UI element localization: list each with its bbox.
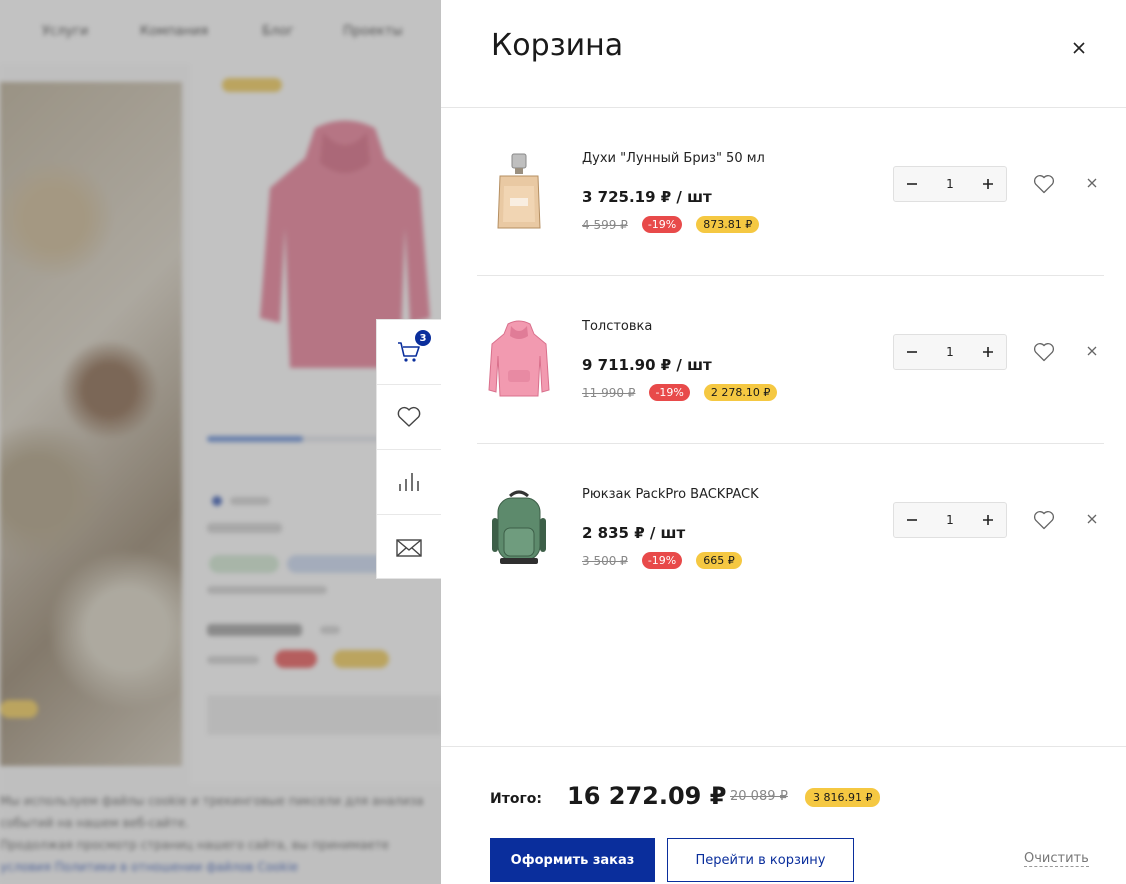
- cart-item: Толстовка 9 711.90 ₽ / шт 11 990 ₽ -19% …: [477, 276, 1104, 444]
- modal-overlay[interactable]: [0, 0, 441, 884]
- decrease-button[interactable]: [894, 167, 930, 201]
- product-image-backpack[interactable]: [483, 484, 555, 572]
- total-old-price: 20 089 ₽: [730, 789, 788, 804]
- toolbar-cart-button[interactable]: 3: [377, 320, 441, 385]
- quantity-stepper: 1: [893, 166, 1007, 202]
- increase-button[interactable]: [970, 335, 1006, 369]
- total-price: 16 272.09 ₽: [567, 782, 727, 810]
- pink-hoodie-image: [488, 320, 550, 397]
- product-image-perfume[interactable]: [483, 148, 555, 236]
- decrease-button[interactable]: [894, 503, 930, 537]
- discount-badge: -19%: [641, 552, 683, 569]
- product-name[interactable]: Рюкзак PackPro BACKPACK: [582, 487, 759, 502]
- discount-badge: -19%: [641, 216, 683, 233]
- cart-item: Рюкзак PackPro BACKPACK 2 835 ₽ / шт 3 5…: [477, 444, 1104, 612]
- mail-icon: [396, 538, 422, 557]
- minus-icon: [907, 351, 917, 353]
- go-to-cart-button[interactable]: Перейти в корзину: [667, 838, 854, 882]
- discount-badge: -19%: [649, 384, 690, 401]
- old-price: 3 500 ₽: [582, 553, 628, 568]
- cart-title: Корзина: [491, 28, 624, 63]
- minus-icon: [907, 519, 917, 521]
- product-price: 2 835 ₽ / шт: [582, 524, 686, 542]
- quantity-value[interactable]: 1: [930, 345, 970, 359]
- quantity-value[interactable]: 1: [930, 513, 970, 527]
- remove-item-button[interactable]: [1085, 176, 1099, 190]
- toolbar-feedback-button[interactable]: [377, 515, 441, 580]
- quantity-value[interactable]: 1: [930, 177, 970, 191]
- close-icon: [1073, 42, 1085, 54]
- add-to-favorites-icon[interactable]: [1033, 342, 1055, 362]
- plus-icon: [983, 347, 993, 357]
- total-label: Итого:: [490, 791, 542, 807]
- total-bonus-badge: 3 816.91 ₽: [805, 788, 881, 807]
- checkout-button[interactable]: Оформить заказ: [490, 838, 655, 882]
- plus-icon: [983, 515, 993, 525]
- product-price: 9 711.90 ₽ / шт: [582, 356, 712, 374]
- close-icon: [1087, 178, 1097, 188]
- bonus-badge: 2 278.10 ₽: [703, 384, 778, 401]
- remove-item-button[interactable]: [1085, 344, 1099, 358]
- heart-icon: [397, 406, 421, 427]
- remove-item-button[interactable]: [1085, 512, 1099, 526]
- green-backpack-image: [492, 490, 546, 564]
- minus-icon: [907, 183, 917, 185]
- cart-header: Корзина: [441, 0, 1126, 108]
- product-price-meta: 11 990 ₽ -19% 2 278.10 ₽: [582, 384, 778, 401]
- bonus-badge: 665 ₽: [696, 552, 742, 569]
- perfume-bottle-image: [497, 153, 541, 229]
- toolbar-favorites-button[interactable]: [377, 385, 441, 450]
- increase-button[interactable]: [970, 503, 1006, 537]
- plus-icon: [983, 179, 993, 189]
- close-icon: [1087, 346, 1097, 356]
- quantity-stepper: 1: [893, 502, 1007, 538]
- product-price-meta: 4 599 ₽ -19% 873.81 ₽: [582, 216, 760, 233]
- decrease-button[interactable]: [894, 335, 930, 369]
- product-name[interactable]: Духи "Лунный Бриз" 50 мл: [582, 151, 765, 166]
- side-toolbar: 3: [376, 319, 441, 579]
- cart-footer: Итого: 16 272.09 ₽ 20 089 ₽ 3 816.91 ₽ О…: [441, 746, 1126, 884]
- old-price: 4 599 ₽: [582, 217, 628, 232]
- quantity-stepper: 1: [893, 334, 1007, 370]
- cart-drawer: Корзина Духи "Лунный Бриз" 50 мл 3 725.1…: [441, 0, 1126, 884]
- cart-item: Духи "Лунный Бриз" 50 мл 3 725.19 ₽ / шт…: [477, 108, 1104, 276]
- product-price: 3 725.19 ₽ / шт: [582, 188, 712, 206]
- toolbar-compare-button[interactable]: [377, 450, 441, 515]
- add-to-favorites-icon[interactable]: [1033, 510, 1055, 530]
- old-price: 11 990 ₽: [582, 385, 636, 400]
- product-name[interactable]: Толстовка: [582, 319, 652, 334]
- add-to-favorites-icon[interactable]: [1033, 174, 1055, 194]
- product-image-hoodie[interactable]: [483, 316, 555, 404]
- cart-count-badge: 3: [415, 330, 431, 346]
- close-button[interactable]: [1069, 38, 1089, 58]
- close-icon: [1087, 514, 1097, 524]
- clear-cart-link[interactable]: Очистить: [1024, 851, 1089, 867]
- increase-button[interactable]: [970, 167, 1006, 201]
- bonus-badge: 873.81 ₽: [696, 216, 760, 233]
- compare-icon: [399, 473, 419, 491]
- product-price-meta: 3 500 ₽ -19% 665 ₽: [582, 552, 742, 569]
